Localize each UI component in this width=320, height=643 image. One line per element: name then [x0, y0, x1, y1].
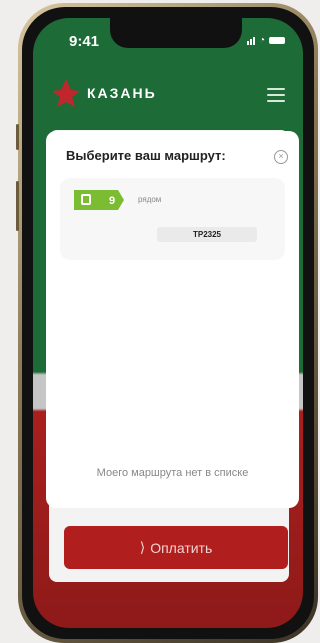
close-icon[interactable]: ×: [274, 150, 288, 164]
nfc-icon: ⟩: [139, 539, 146, 555]
status-time: 9:41: [69, 33, 100, 50]
status-bar: 9:41 ◔: [57, 32, 285, 52]
pay-button-label: Оплатить: [150, 539, 213, 556]
route-not-listed-link[interactable]: Моего маршрута нет в списке: [46, 467, 299, 479]
route-card[interactable]: 9 рядом: [60, 178, 285, 260]
status-icons: ◔: [246, 35, 285, 46]
route-number: 9: [109, 195, 116, 207]
route-status: рядом: [138, 195, 162, 204]
kazan-logo-icon: [52, 79, 80, 107]
kazan-logo[interactable]: КАЗАНЬ: [51, 78, 157, 108]
modal-title: Выберите ваш маршрут:: [66, 148, 226, 163]
wifi-icon: ◔: [258, 35, 265, 46]
route-selection-modal: Выберите ваш маршрут: × 9 рядом ТР2325 М…: [46, 131, 299, 508]
volume-button: [16, 124, 19, 150]
volume-button: [16, 181, 19, 231]
signal-icon: [246, 36, 255, 45]
logo-text: КАЗАНЬ: [87, 85, 157, 101]
trolleybus-icon: [81, 194, 91, 205]
vehicle-code: ТР2325: [157, 227, 257, 242]
pay-button[interactable]: ⟩ Оплатить: [64, 526, 288, 569]
route-number-badge: 9: [74, 190, 124, 210]
battery-icon: [269, 37, 285, 44]
hamburger-menu-icon[interactable]: [267, 88, 285, 106]
